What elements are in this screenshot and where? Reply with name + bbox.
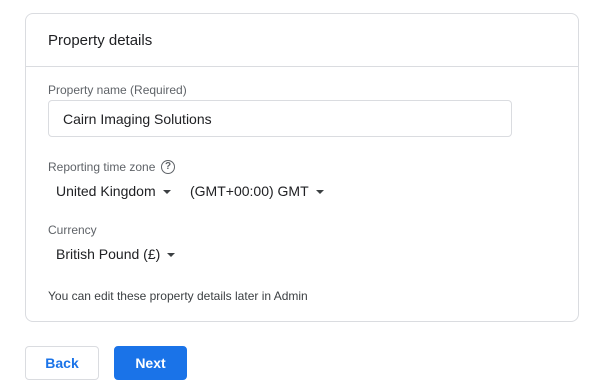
card-header: Property details xyxy=(26,14,578,67)
back-button[interactable]: Back xyxy=(25,346,99,380)
country-dropdown[interactable]: United Kingdom xyxy=(56,182,171,200)
question-circle-icon[interactable]: ? xyxy=(161,160,175,174)
time-zone-dropdown[interactable]: (GMT+00:00) GMT xyxy=(190,182,324,200)
property-details-card: Property details Property name (Required… xyxy=(25,13,579,322)
time-zone-label: Reporting time zone xyxy=(48,160,156,174)
country-dropdown-value: United Kingdom xyxy=(56,183,156,199)
next-button[interactable]: Next xyxy=(114,346,187,380)
time-zone-dropdown-value: (GMT+00:00) GMT xyxy=(190,183,309,199)
caret-down-icon xyxy=(167,252,176,257)
currency-dropdown[interactable]: British Pound (£) xyxy=(56,245,176,263)
property-name-label: Property name (Required) xyxy=(48,83,187,97)
card-title: Property details xyxy=(48,32,153,49)
caret-down-icon xyxy=(162,189,171,194)
currency-dropdown-value: British Pound (£) xyxy=(56,246,161,262)
property-name-input[interactable] xyxy=(48,100,512,137)
caret-down-icon xyxy=(315,189,324,194)
edit-later-note: You can edit these property details late… xyxy=(48,289,308,303)
currency-label: Currency xyxy=(48,223,97,237)
